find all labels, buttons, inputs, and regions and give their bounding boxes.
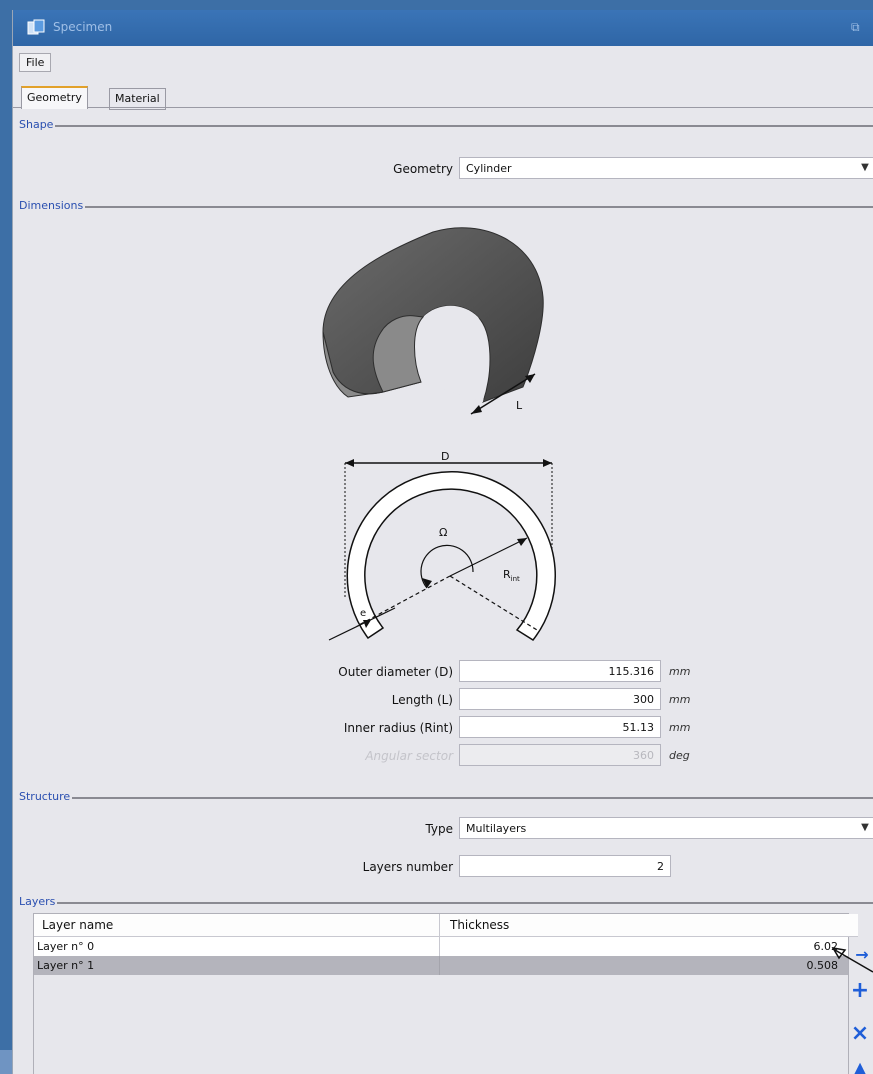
specimen-window: Specimen ⧉ File Geometry Material Shape … [12, 10, 873, 1074]
arrow-up-icon[interactable]: ▲ [849, 1058, 871, 1074]
add-icon[interactable]: + [849, 978, 871, 1003]
angular-sector-label: Angular sector [365, 749, 453, 763]
chevron-down-icon[interactable]: ▼ [857, 818, 873, 838]
diagram-label-L: L [516, 399, 523, 412]
desktop-edge [0, 1050, 12, 1074]
table-row[interactable]: Layer n° 0 6.02 [34, 937, 848, 956]
diagram-label-e: e [360, 608, 366, 619]
inner-radius-label: Inner radius (Rint) [343, 721, 453, 735]
tab-geometry[interactable]: Geometry [21, 86, 88, 109]
angular-sector-input: 360 [459, 744, 661, 766]
chevron-down-icon[interactable]: ▼ [857, 158, 873, 178]
angular-sector-unit: deg [669, 749, 690, 762]
cylinder-3d-illustration: L [322, 227, 544, 415]
shape-section-title: Shape [19, 118, 56, 131]
type-value: Multilayers [466, 822, 527, 835]
type-label: Type [425, 822, 453, 836]
length-unit: mm [669, 693, 691, 706]
tab-underline [13, 107, 873, 108]
length-label: Length (L) [391, 693, 453, 707]
table-row[interactable]: Layer n° 1 0.508 [34, 956, 848, 975]
cross-section-diagram: D Ω Rint e [328, 450, 556, 641]
layer-name-cell: Layer n° 1 [37, 959, 95, 972]
diagram-label-omega: Ω [439, 526, 447, 539]
layers-number-input[interactable]: 2 [459, 855, 671, 877]
mouse-cursor-icon [831, 946, 873, 973]
structure-section-title: Structure [19, 790, 73, 803]
delete-icon[interactable]: × [849, 1021, 871, 1046]
file-menu[interactable]: File [19, 53, 52, 72]
layer-name-cell: Layer n° 0 [37, 940, 95, 953]
inner-radius-unit: mm [669, 721, 691, 734]
dimensions-rule [19, 206, 873, 208]
dimensions-section-title: Dimensions [19, 199, 86, 212]
column-header-thickness[interactable]: Thickness [440, 914, 858, 937]
layers-table: Layer name Thickness Layer n° 0 6.02 Lay… [33, 913, 858, 1074]
diagram-label-rint-sub: int [511, 575, 520, 583]
column-header-layer-name[interactable]: Layer name [34, 914, 440, 937]
type-select[interactable]: Multilayers ▼ [459, 817, 873, 839]
menu-bar: File [13, 48, 873, 74]
layers-number-label: Layers number [362, 860, 453, 874]
window-menu-icon[interactable]: ⧉ [851, 20, 860, 35]
inner-radius-input[interactable]: 51.13 [459, 716, 661, 738]
app-icon [27, 19, 45, 37]
shape-rule [19, 125, 873, 127]
geometry-select[interactable]: Cylinder ▼ [459, 157, 873, 179]
outer-diameter-label: Outer diameter (D) [338, 665, 453, 679]
geometry-label: Geometry [393, 162, 453, 176]
layers-rule [19, 902, 873, 904]
diagram-label-D: D [441, 450, 449, 463]
layers-section-title: Layers [19, 895, 58, 908]
structure-rule [19, 797, 873, 799]
column-divider [439, 937, 440, 956]
outer-diameter-input[interactable]: 115.316 [459, 660, 661, 682]
column-divider [439, 956, 440, 975]
geometry-value: Cylinder [466, 162, 512, 175]
length-input[interactable]: 300 [459, 688, 661, 710]
title-bar: Specimen ⧉ [13, 10, 873, 46]
window-title: Specimen [53, 20, 113, 34]
outer-diameter-unit: mm [669, 665, 691, 678]
svg-text:Rint: Rint [503, 568, 520, 583]
